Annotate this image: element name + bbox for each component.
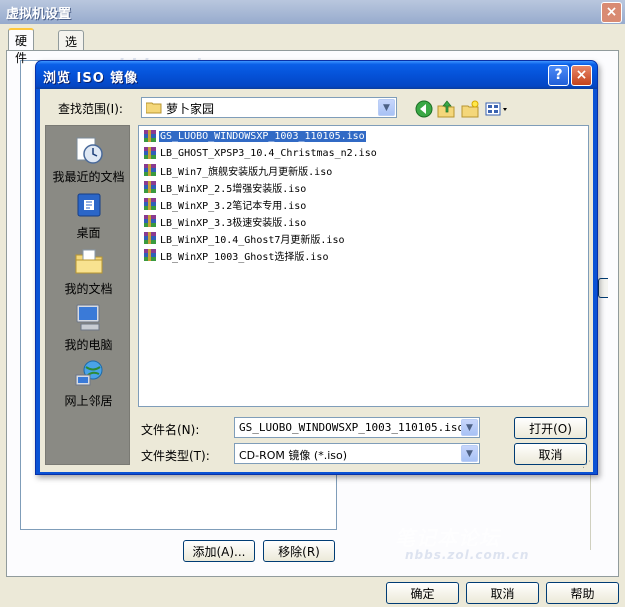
filetype-dropdown[interactable]: CD-ROM 镜像 (*.iso) ▼ (234, 443, 480, 464)
view-menu-icon[interactable] (484, 99, 510, 119)
rar-archive-icon (144, 164, 156, 176)
place-recent-documents[interactable]: 我最近的文档 (46, 134, 131, 184)
places-bar: 我最近的文档 桌面 我的文档 我的电脑 网上邻居 (45, 125, 130, 465)
open-button[interactable]: 打开(O) (514, 417, 587, 439)
help-icon[interactable]: ? (548, 65, 569, 86)
place-my-documents[interactable]: 我的文档 (46, 246, 131, 296)
file-list[interactable]: GS_LUOBO_WINDOWSXP_1003_110105.iso LB_GH… (138, 125, 589, 407)
ok-button[interactable]: 确定 (386, 582, 459, 604)
filetype-value: CD-ROM 镜像 (*.iso) (239, 449, 348, 462)
place-label: 网上邻居 (64, 394, 113, 408)
desktop-icon (77, 193, 100, 217)
file-name: LB_WinXP_1003_Ghost选择版.iso (160, 251, 329, 263)
file-item[interactable]: LB_WinXP_10.4_Ghost7月更新版.iso (143, 230, 346, 246)
my-documents-icon (75, 249, 102, 274)
remove-hardware-button[interactable]: 移除(R) (263, 540, 335, 562)
place-my-computer[interactable]: 我的电脑 (46, 302, 131, 352)
file-item[interactable]: LB_GHOST_XPSP3_10.4_Christmas_n2.iso (143, 145, 378, 161)
place-label: 我的电脑 (64, 338, 113, 352)
tab-hardware[interactable]: 硬件 (8, 28, 35, 65)
filetype-label: 文件类型(T): (141, 449, 210, 463)
place-label: 桌面 (76, 226, 101, 240)
lookin-label: 查找范围(I): (58, 102, 123, 116)
device-settings-button-partial[interactable] (598, 278, 608, 298)
file-name: LB_WinXP_10.4_Ghost7月更新版.iso (160, 234, 345, 246)
file-item[interactable]: GS_LUOBO_WINDOWSXP_1003_110105.iso (143, 128, 366, 144)
add-hardware-button[interactable]: 添加(A)... (183, 540, 255, 562)
lookin-value: 萝卜家园 (166, 102, 215, 116)
place-desktop[interactable]: 桌面 (46, 190, 131, 240)
rar-archive-icon (144, 249, 156, 261)
place-label: 我最近的文档 (52, 170, 125, 184)
folder-icon (146, 102, 162, 114)
rar-archive-icon (144, 232, 156, 244)
vm-settings-close-icon[interactable]: × (601, 2, 622, 23)
file-name: LB_WinXP_2.5增强安装版.iso (160, 183, 307, 195)
file-name: LB_Win7_旗舰安装版九月更新版.iso (160, 166, 333, 178)
file-name: GS_LUOBO_WINDOWSXP_1003_110105.iso (159, 130, 366, 142)
file-item[interactable]: LB_Win7_旗舰安装版九月更新版.iso (143, 162, 333, 178)
browse-iso-titlebar[interactable]: 浏览 ISO 镜像 ? × (36, 61, 597, 89)
place-label: 我的文档 (64, 282, 113, 296)
vm-settings-title: 虚拟机设置 (6, 7, 72, 22)
file-item[interactable]: LB_WinXP_3.3极速安装版.iso (143, 213, 307, 229)
help-button[interactable]: 帮助 (546, 582, 619, 604)
resize-grip-icon[interactable]: ⋰ (582, 460, 591, 470)
lookin-dropdown[interactable]: 萝卜家园 ▼ (141, 97, 397, 118)
browse-iso-dialog: 浏览 ISO 镜像 ? × 查找范围(I): 萝卜家园 ▼ 我最近的文档 桌面 … (35, 60, 598, 475)
network-places-icon (75, 360, 102, 386)
rar-archive-icon (144, 147, 156, 159)
back-icon[interactable] (414, 99, 434, 119)
filename-field[interactable]: GS_LUOBO_WINDOWSXP_1003_110105.iso ▼ (234, 417, 480, 438)
tab-options[interactable]: 选项 (58, 30, 85, 66)
rar-archive-icon (144, 198, 156, 210)
place-network[interactable]: 网上邻居 (46, 358, 131, 408)
file-item[interactable]: LB_WinXP_1003_Ghost选择版.iso (143, 247, 329, 263)
up-folder-icon[interactable] (436, 99, 456, 119)
file-name: LB_WinXP_3.3极速安装版.iso (160, 217, 307, 229)
filename-value: GS_LUOBO_WINDOWSXP_1003_110105.iso (239, 421, 465, 434)
new-folder-icon[interactable] (460, 99, 480, 119)
file-name: LB_WinXP_3.2笔记本专用.iso (160, 200, 307, 212)
rar-archive-icon (144, 215, 156, 227)
chevron-down-icon[interactable]: ▼ (461, 419, 478, 436)
vm-cancel-button[interactable]: 取消 (466, 582, 539, 604)
filename-label: 文件名(N): (141, 423, 200, 437)
browse-iso-title: 浏览 ISO 镜像 (43, 71, 139, 86)
chevron-down-icon[interactable]: ▼ (461, 445, 478, 462)
file-item[interactable]: LB_WinXP_2.5增强安装版.iso (143, 179, 307, 195)
browse-iso-body: 查找范围(I): 萝卜家园 ▼ 我最近的文档 桌面 我的文档 我的电脑 网上邻居… (40, 89, 593, 472)
file-item[interactable]: LB_WinXP_3.2笔记本专用.iso (143, 196, 307, 212)
recent-documents-icon (76, 137, 103, 164)
rar-archive-icon (144, 181, 156, 193)
my-computer-icon (76, 304, 99, 331)
chevron-down-icon[interactable]: ▼ (378, 99, 395, 116)
vm-settings-titlebar: 虚拟机设置 × (0, 0, 625, 24)
dialog-cancel-button[interactable]: 取消 (514, 443, 587, 465)
rar-archive-icon (144, 130, 156, 142)
file-name: LB_GHOST_XPSP3_10.4_Christmas_n2.iso (160, 147, 377, 159)
close-icon[interactable]: × (571, 65, 592, 86)
